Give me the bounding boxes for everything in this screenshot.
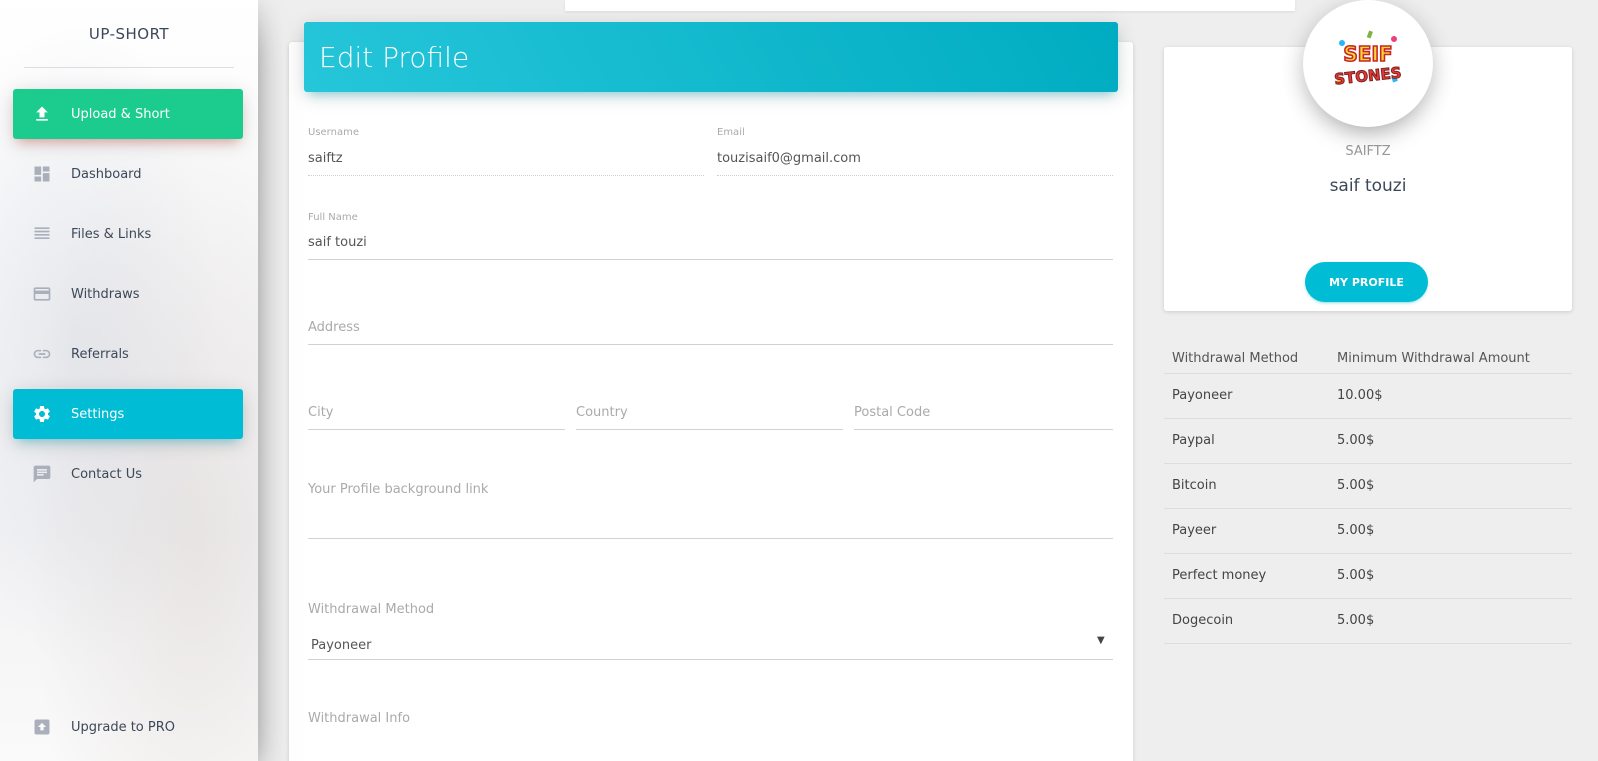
- method-cell: Dogecoin: [1164, 598, 1329, 644]
- table-row: Payoneer 10.00$: [1164, 373, 1572, 419]
- svg-text:SEIF: SEIF: [1343, 42, 1392, 66]
- fullname-label: Full Name: [308, 212, 358, 223]
- country-input[interactable]: Country: [576, 405, 628, 420]
- fullname-input[interactable]: saif touzi: [308, 235, 367, 250]
- amount-cell: 5.00$: [1329, 508, 1572, 554]
- address-input[interactable]: Address: [308, 320, 360, 335]
- sidebar-item-label: Upload & Short: [71, 106, 170, 122]
- gear-icon: [13, 389, 71, 439]
- table-row: Dogecoin 5.00$: [1164, 598, 1572, 644]
- withdrawal-method-select[interactable]: Payoneer: [311, 638, 371, 653]
- country-underline: [576, 429, 843, 430]
- link-icon: [13, 329, 71, 379]
- amount-cell: 5.00$: [1329, 553, 1572, 599]
- amount-cell: 5.00$: [1329, 598, 1572, 644]
- username-underline: [308, 175, 704, 176]
- sidebar-item-files-links[interactable]: Files & Links: [13, 209, 243, 259]
- profile-full-name: saif touzi: [1329, 176, 1407, 196]
- table-row: Paypal 5.00$: [1164, 418, 1572, 464]
- sidebar-item-label: Dashboard: [71, 166, 142, 182]
- amount-cell: 5.00$: [1329, 463, 1572, 509]
- sidebar-item-label: Referrals: [71, 346, 129, 362]
- sidebar-item-label: Settings: [71, 406, 125, 422]
- sidebar-item-label: Files & Links: [71, 226, 152, 242]
- table-row: Bitcoin 5.00$: [1164, 463, 1572, 509]
- svg-text:STONES: STONES: [1333, 63, 1402, 88]
- table-header-row: Withdrawal Method Minimum Withdrawal Amo…: [1164, 345, 1572, 374]
- chat-icon: [13, 449, 71, 499]
- table-row: Perfect money 5.00$: [1164, 553, 1572, 599]
- upgrade-icon: [13, 702, 71, 752]
- my-profile-button[interactable]: MY PROFILE: [1305, 262, 1428, 302]
- seif-stones-logo-icon: SEIF STONES: [1333, 29, 1403, 88]
- email-underline: [717, 175, 1113, 176]
- method-cell: Payoneer: [1164, 373, 1329, 419]
- postal-code-underline: [854, 429, 1113, 430]
- background-link-underline: [308, 538, 1113, 539]
- credit-card-icon: [13, 269, 71, 319]
- fullname-underline: [308, 259, 1113, 260]
- method-cell: Bitcoin: [1164, 463, 1329, 509]
- city-underline: [308, 429, 565, 430]
- sidebar-item-upload-short[interactable]: Upload & Short: [13, 89, 243, 139]
- sidebar-item-label: Withdraws: [71, 286, 140, 302]
- method-cell: Payeer: [1164, 508, 1329, 554]
- withdrawal-methods-table: Withdrawal Method Minimum Withdrawal Amo…: [1164, 345, 1572, 644]
- brand-logo[interactable]: UP-SHORT: [24, 0, 234, 68]
- email-label: Email: [717, 127, 745, 138]
- edit-profile-card: [289, 42, 1133, 761]
- method-cell: Perfect money: [1164, 553, 1329, 599]
- sidebar-item-dashboard[interactable]: Dashboard: [13, 149, 243, 199]
- chevron-down-icon[interactable]: ▼: [1097, 635, 1105, 646]
- column-header-method: Withdrawal Method: [1164, 345, 1329, 374]
- sidebar-item-label: Upgrade to PRO: [71, 719, 175, 735]
- list-icon: [13, 209, 71, 259]
- amount-cell: 5.00$: [1329, 418, 1572, 464]
- top-navbar: [565, 0, 1295, 11]
- dashboard-icon: [13, 149, 71, 199]
- amount-cell: 10.00$: [1329, 373, 1572, 419]
- sidebar-item-settings[interactable]: Settings: [13, 389, 243, 439]
- withdrawal-info-label: Withdrawal Info: [308, 711, 411, 726]
- withdrawal-method-label: Withdrawal Method: [308, 602, 435, 617]
- background-link-input[interactable]: Your Profile background link: [308, 482, 488, 497]
- username-input[interactable]: saiftz: [308, 151, 343, 166]
- profile-username: SAIFTZ: [1345, 144, 1391, 159]
- username-label: Username: [308, 127, 359, 138]
- withdrawal-method-underline: [308, 659, 1113, 660]
- sidebar-item-upgrade[interactable]: Upgrade to PRO: [13, 702, 243, 752]
- card-title: Edit Profile: [304, 22, 1118, 92]
- avatar: SEIF STONES: [1303, 0, 1433, 127]
- method-cell: Paypal: [1164, 418, 1329, 464]
- table-row: Payeer 5.00$: [1164, 508, 1572, 554]
- sidebar-item-label: Contact Us: [71, 466, 142, 482]
- city-input[interactable]: City: [308, 405, 333, 420]
- address-underline: [308, 344, 1113, 345]
- sidebar-item-withdraws[interactable]: Withdraws: [13, 269, 243, 319]
- sidebar-item-referrals[interactable]: Referrals: [13, 329, 243, 379]
- sidebar: UP-SHORT Upload & Short Dashboard Files …: [0, 0, 258, 761]
- email-input[interactable]: touzisaif0@gmail.com: [717, 151, 861, 166]
- postal-code-input[interactable]: Postal Code: [854, 405, 930, 420]
- sidebar-item-contact-us[interactable]: Contact Us: [13, 449, 243, 499]
- column-header-minimum: Minimum Withdrawal Amount: [1329, 345, 1572, 374]
- upload-icon: [13, 89, 71, 139]
